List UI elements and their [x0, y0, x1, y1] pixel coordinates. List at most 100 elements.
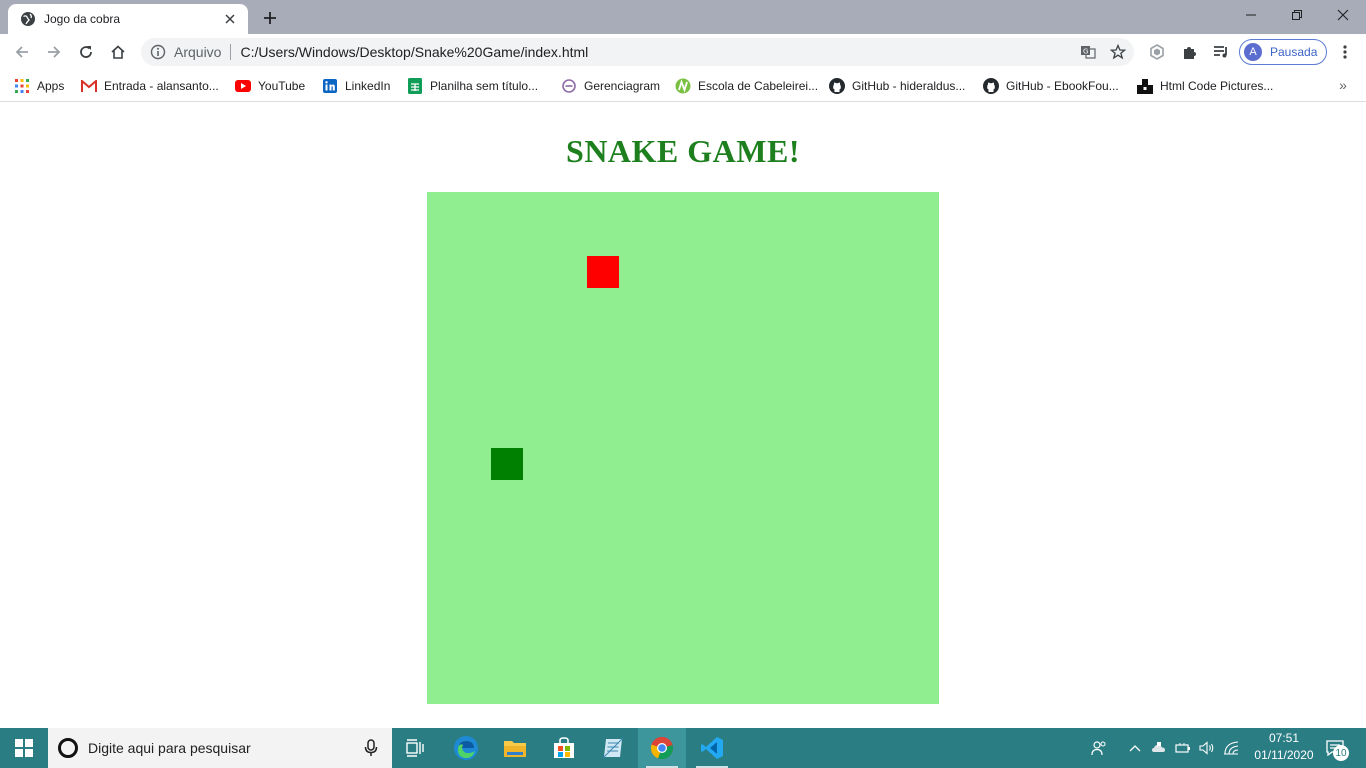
screen: Jogo da cobra Arquivo C:/Users/Windows/D… — [0, 0, 1366, 768]
tab-close-icon[interactable] — [222, 11, 238, 27]
bookmark-label: Html Code Pictures... — [1160, 79, 1274, 93]
people-icon — [1091, 741, 1106, 756]
extensions-menu-button[interactable] — [1175, 38, 1203, 66]
url-text[interactable]: C:/Users/Windows/Desktop/Snake%20Game/in… — [240, 44, 1080, 60]
avatar: A — [1244, 43, 1262, 61]
media-control-button[interactable] — [1207, 38, 1235, 66]
reload-button[interactable] — [72, 38, 100, 66]
browser-menu-button[interactable] — [1331, 38, 1359, 66]
bookmark-label: GitHub - hideraldus... — [852, 79, 966, 93]
bookmark-html-code-pictures[interactable]: Html Code Pictures... — [1137, 76, 1273, 96]
bookmark-apps[interactable]: Apps — [14, 76, 64, 96]
address-bar[interactable]: Arquivo C:/Users/Windows/Desktop/Snake%2… — [141, 38, 1134, 66]
taskbar-vscode[interactable] — [688, 728, 736, 768]
plus-icon — [264, 12, 276, 24]
clock-date: 01/11/2020 — [1254, 748, 1314, 762]
taskbar-notes[interactable] — [589, 728, 637, 768]
close-window-button[interactable] — [1320, 0, 1366, 30]
file-explorer-icon — [504, 741, 526, 757]
bookmark-escola[interactable]: Escola de Cabeleirei... — [675, 76, 818, 96]
new-tab-button[interactable] — [258, 7, 282, 29]
bookmark-youtube[interactable]: YouTube — [235, 76, 305, 96]
clock[interactable]: 07:51 01/11/2020 — [1246, 730, 1322, 766]
game-board[interactable] — [427, 192, 939, 704]
security-label: Arquivo — [174, 44, 222, 60]
star-icon[interactable] — [1110, 44, 1126, 60]
taskbar-store[interactable] — [540, 728, 588, 768]
vscode-icon — [701, 737, 723, 759]
profile-status: Pausada — [1270, 45, 1318, 59]
translate-icon[interactable]: G — [1080, 44, 1096, 60]
edge-icon — [454, 736, 478, 760]
minimize-button[interactable] — [1228, 0, 1274, 30]
store-icon — [554, 737, 574, 758]
bookmark-label: Planilha sem título... — [430, 79, 539, 93]
volume-button[interactable] — [1198, 728, 1216, 768]
windows-taskbar: Digite aqui para pesquisar 07:51 01/11/2… — [0, 728, 1366, 768]
game-title: SNAKE GAME! — [566, 133, 800, 169]
restore-icon — [1292, 10, 1302, 20]
bookmark-label: YouTube — [258, 79, 306, 93]
gmail-icon — [81, 78, 97, 94]
chevron-up-icon — [1129, 745, 1141, 752]
html-code-icon — [1137, 78, 1153, 94]
tray-app-button[interactable] — [1150, 728, 1168, 768]
profile-button[interactable]: A Pausada — [1239, 39, 1327, 65]
battery-button[interactable] — [1174, 728, 1192, 768]
chrome-icon — [650, 737, 673, 760]
bookmark-github-hideraldus[interactable]: GitHub - hideraldus... — [829, 76, 965, 96]
bookmark-planilha[interactable]: Planilha sem título... — [407, 76, 538, 96]
bookmark-github-ebookfou[interactable]: GitHub - EbookFou... — [983, 76, 1119, 96]
bookmark-gerenciagram[interactable]: Gerenciagram — [561, 76, 660, 96]
tab-jogo-da-cobra[interactable]: Jogo da cobra — [8, 4, 248, 34]
close-icon — [1337, 9, 1349, 21]
show-hidden-icons-button[interactable] — [1126, 728, 1144, 768]
cloud-app-icon — [1152, 742, 1165, 752]
people-button[interactable] — [1088, 728, 1110, 768]
extension-hexagon-icon — [1150, 44, 1164, 60]
taskbar-file-explorer[interactable] — [491, 728, 539, 768]
task-view-icon — [406, 739, 424, 757]
restore-button[interactable] — [1274, 0, 1320, 30]
bookmark-gmail[interactable]: Entrada - alansanto... — [81, 76, 219, 96]
bookmark-linkedin[interactable]: LinkedIn — [322, 76, 390, 96]
home-button[interactable] — [104, 38, 132, 66]
bookmark-label: Escola de Cabeleirei... — [698, 79, 819, 93]
tab-title: Jogo da cobra — [44, 12, 121, 26]
bookmarks-overflow-button[interactable]: » — [1334, 76, 1352, 94]
tab-strip: Jogo da cobra — [0, 0, 1366, 34]
back-button[interactable] — [8, 38, 36, 66]
bookmark-label: Gerenciagram — [584, 79, 661, 93]
omnibox-divider — [230, 44, 232, 60]
bookmark-label: Entrada - alansanto... — [104, 79, 219, 93]
apps-grid-icon — [14, 78, 30, 94]
minimize-icon — [1246, 14, 1256, 16]
kebab-menu-icon — [1343, 45, 1347, 59]
arrow-right-icon — [48, 46, 61, 58]
network-button[interactable] — [1222, 728, 1240, 768]
taskbar-chrome[interactable] — [638, 728, 686, 768]
bookmark-label: GitHub - EbookFou... — [1006, 79, 1119, 93]
svg-text:G: G — [1083, 48, 1088, 56]
browser-toolbar: Arquivo C:/Users/Windows/Desktop/Snake%2… — [0, 34, 1366, 70]
windows-logo-icon — [15, 739, 33, 757]
food-cell — [587, 256, 619, 288]
home-icon — [111, 45, 125, 59]
bookmark-label: LinkedIn — [345, 79, 391, 93]
cortana-icon — [58, 738, 78, 758]
battery-icon — [1175, 743, 1190, 753]
start-button[interactable] — [0, 728, 48, 768]
taskbar-search[interactable]: Digite aqui para pesquisar — [48, 728, 392, 768]
github-icon — [829, 78, 845, 94]
wifi-icon — [1224, 741, 1239, 755]
forward-button[interactable] — [40, 38, 68, 66]
extension-button[interactable] — [1143, 38, 1171, 66]
linkedin-icon — [322, 78, 338, 94]
arrow-left-icon — [15, 46, 28, 58]
search-placeholder: Digite aqui para pesquisar — [88, 740, 251, 756]
taskbar-edge[interactable] — [442, 728, 490, 768]
notification-count-badge: 10 — [1333, 745, 1349, 761]
info-icon[interactable] — [150, 44, 166, 60]
task-view-button[interactable] — [392, 728, 440, 768]
microphone-icon[interactable] — [364, 739, 378, 757]
